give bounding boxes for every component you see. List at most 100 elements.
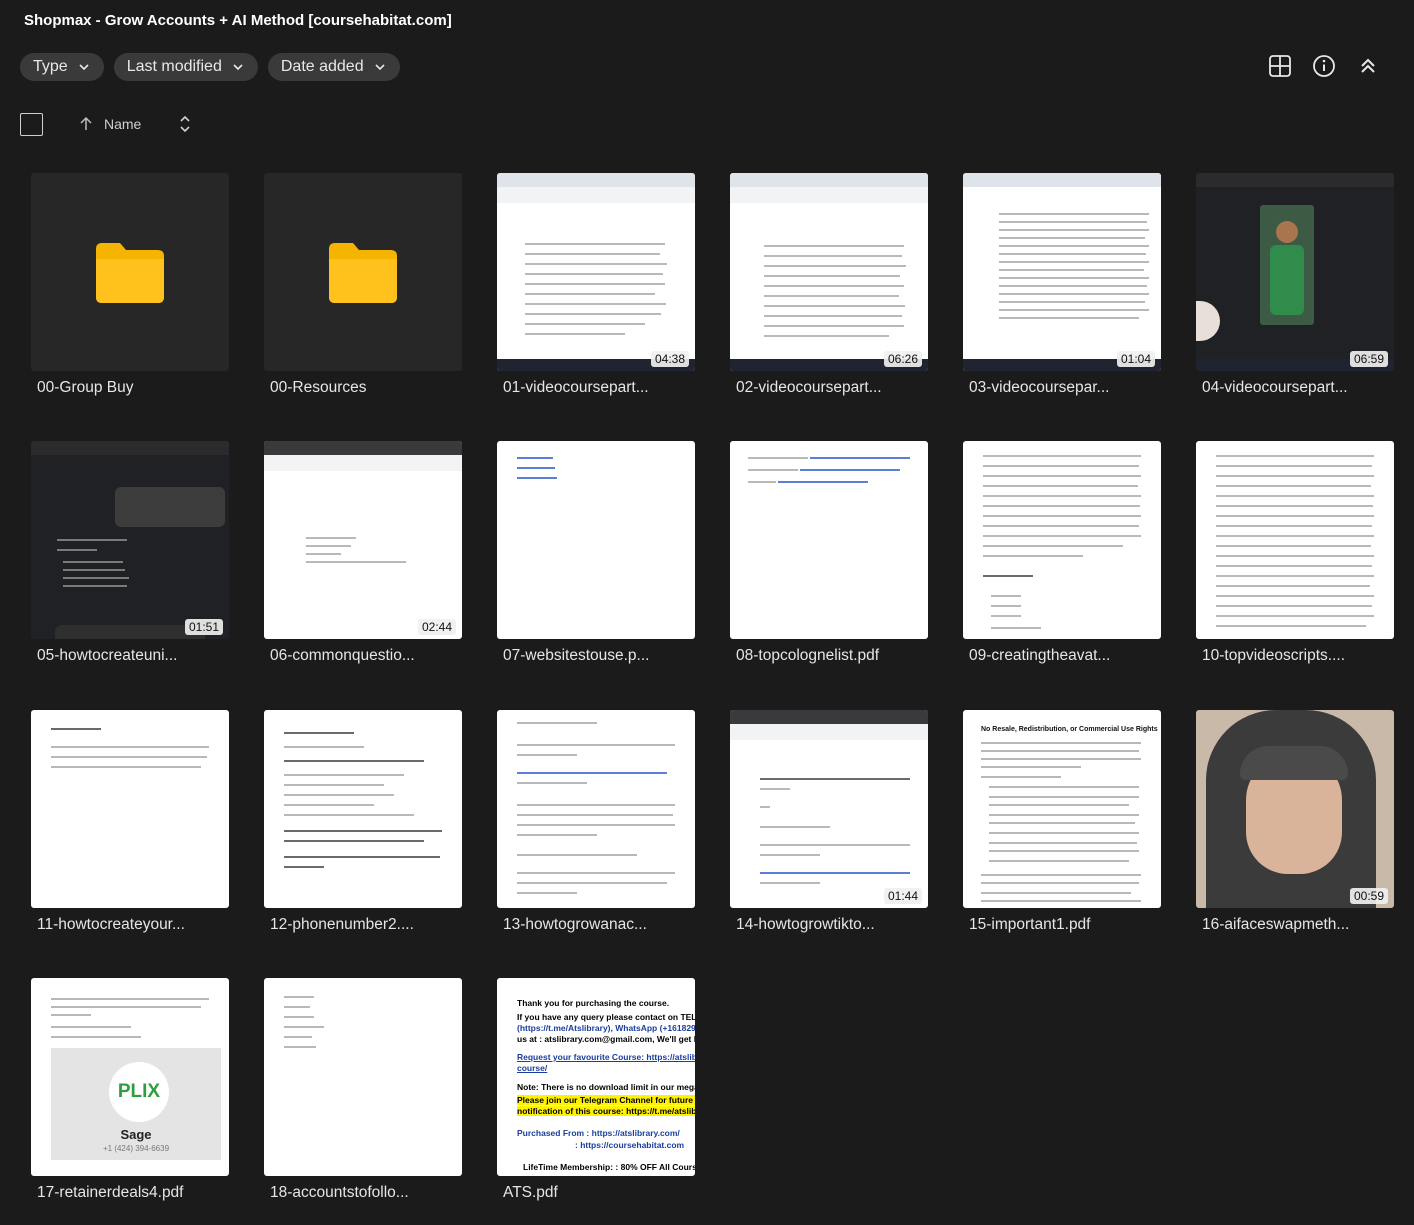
hood-edge <box>1240 746 1348 780</box>
file-name: 06-commonquestio... <box>270 647 415 664</box>
folder-icon <box>329 243 397 303</box>
grid-item-pdf[interactable]: No Resale, Redistribution, or Commercial… <box>963 710 1161 934</box>
video-duration: 01:44 <box>883 888 922 904</box>
contact-name: Sage <box>120 1127 152 1142</box>
grid-item-pdf[interactable]: 13-howtogrowanac... <box>497 710 695 934</box>
file-name: 15-important1.pdf <box>969 916 1091 933</box>
ats-line: If you have any query please contact on … <box>517 1012 695 1022</box>
filter-type-label: Type <box>33 58 68 75</box>
sort-toggle-icon[interactable] <box>178 114 192 134</box>
doc-toolbar <box>264 455 462 471</box>
file-name: 16-aifaceswapmeth... <box>1202 916 1350 933</box>
grid-item-video[interactable]: 06:59 04-videocoursepart... <box>1196 173 1394 397</box>
file-name: 04-videocoursepart... <box>1202 379 1348 396</box>
thumbnail <box>264 978 462 1176</box>
browser-bar <box>497 173 695 187</box>
thumbnail <box>1196 441 1394 639</box>
grid-item-pdf[interactable]: 11-howtocreateyour... <box>31 710 229 934</box>
name-column-label[interactable]: Name <box>104 116 141 132</box>
collapse-icon[interactable] <box>1356 54 1380 78</box>
filter-last-modified[interactable]: Last modified <box>113 53 258 81</box>
contact-card: PLIX Sage +1 (424) 394-6639 <box>51 1048 221 1160</box>
thumbnail: PLIX Sage +1 (424) 394-6639 <box>31 978 229 1176</box>
folder-icon <box>96 243 164 303</box>
file-name: 18-accountstofollo... <box>270 1184 409 1201</box>
grid-item-pdf[interactable]: 07-websitestouse.p... <box>497 441 695 665</box>
thumbnail <box>264 710 462 908</box>
info-icon[interactable] <box>1312 54 1336 78</box>
thumbnail <box>730 441 928 639</box>
thumbnail <box>31 710 229 908</box>
view-toolbar <box>1268 54 1380 78</box>
file-name: 03-videocoursepar... <box>969 379 1110 396</box>
browser-bar <box>1196 173 1394 187</box>
thumbnail <box>497 710 695 908</box>
grid-item-video[interactable]: 01:44 14-howtogrowtikto... <box>730 710 928 934</box>
file-name: 08-topcolognelist.pdf <box>736 647 880 664</box>
thumbnail <box>31 173 229 371</box>
file-name: 14-howtogrowtikto... <box>736 916 875 933</box>
grid-item-folder[interactable]: 00-Group Buy <box>31 173 229 397</box>
filter-type[interactable]: Type <box>20 53 104 81</box>
thumbnail: 01:51 <box>31 441 229 639</box>
filter-date-added-label: Date added <box>280 58 364 75</box>
chat-input <box>55 625 205 639</box>
browser-bar <box>264 441 462 455</box>
video-duration: 06:26 <box>883 351 922 367</box>
video-duration: 06:59 <box>1349 351 1388 367</box>
grid-item-video[interactable]: 02:44 06-commonquestio... <box>264 441 462 665</box>
grid-item-video[interactable]: 04:38 01-videocoursepart... <box>497 173 695 397</box>
chevron-down-icon <box>233 64 243 71</box>
person-body <box>1270 245 1304 315</box>
file-name: 07-websitestouse.p... <box>503 647 650 664</box>
grid-item-video[interactable]: 00:59 16-aifaceswapmeth... <box>1196 710 1394 934</box>
grid-item-pdf[interactable]: 08-topcolognelist.pdf <box>730 441 928 665</box>
ats-line: LifeTime Membership: : 80% OFF All Cours… <box>523 1162 695 1172</box>
file-name: 00-Resources <box>270 379 367 396</box>
folder-title: Shopmax - Grow Accounts + AI Method [cou… <box>24 12 452 29</box>
grid-item-folder[interactable]: 00-Resources <box>264 173 462 397</box>
plix-logo: PLIX <box>109 1062 169 1122</box>
ats-line: Request your favourite Course: https://a… <box>517 1052 695 1062</box>
browser-bar <box>963 173 1161 187</box>
filter-date-added[interactable]: Date added <box>267 53 400 81</box>
grid-item-pdf[interactable]: 10-topvideoscripts.... <box>1196 441 1394 665</box>
browser-bar <box>31 441 229 455</box>
file-name: 02-videocoursepart... <box>736 379 882 396</box>
select-all-checkbox[interactable] <box>20 112 43 136</box>
grid-item-pdf[interactable]: 12-phonenumber2.... <box>264 710 462 934</box>
chat-message <box>115 487 225 527</box>
doc-toolbar <box>497 187 695 203</box>
list-header: Name <box>20 112 192 136</box>
video-duration: 00:59 <box>1349 888 1388 904</box>
file-name: 05-howtocreateuni... <box>37 647 178 664</box>
thumbnail: 06:59 <box>1196 173 1394 371</box>
file-name: 13-howtogrowanac... <box>503 916 647 933</box>
doc-toolbar <box>730 187 928 203</box>
grid-item-pdf[interactable]: Thank you for purchasing the course. If … <box>497 978 695 1202</box>
ats-line: (https://t.me/Atslibrary), WhatsApp (+16… <box>517 1023 695 1033</box>
grid-view-icon[interactable] <box>1268 54 1292 78</box>
file-name: 12-phonenumber2.... <box>270 916 414 933</box>
ats-line: Please join our Telegram Channel for fut… <box>517 1095 695 1105</box>
grid-item-video[interactable]: 01:51 05-howtocreateuni... <box>31 441 229 665</box>
browser-bar <box>730 173 928 187</box>
sort-ascending-icon[interactable] <box>78 116 94 132</box>
avatar <box>1196 301 1220 341</box>
ats-line: Note: There is no download limit in our … <box>517 1082 695 1092</box>
plix-logo-text: PLIX <box>117 1081 161 1102</box>
grid-item-pdf[interactable]: 18-accountstofollo... <box>264 978 462 1202</box>
file-name: 09-creatingtheavat... <box>969 647 1111 664</box>
grid-item-video[interactable]: 01:04 03-videocoursepar... <box>963 173 1161 397</box>
person-head <box>1276 221 1298 243</box>
grid-item-pdf[interactable]: PLIX Sage +1 (424) 394-6639 17-retainerd… <box>31 978 229 1202</box>
video-duration: 01:04 <box>1116 351 1155 367</box>
thumbnail: No Resale, Redistribution, or Commercial… <box>963 710 1161 908</box>
grid-item-video[interactable]: 06:26 02-videocoursepart... <box>730 173 928 397</box>
browser-bar <box>730 710 928 724</box>
contact-phone: +1 (424) 394-6639 <box>102 1144 170 1153</box>
chevron-down-icon <box>79 64 89 71</box>
filter-bar: Type Last modified Date added <box>20 53 400 81</box>
video-duration: 02:44 <box>417 619 456 635</box>
grid-item-pdf[interactable]: 09-creatingtheavat... <box>963 441 1161 665</box>
